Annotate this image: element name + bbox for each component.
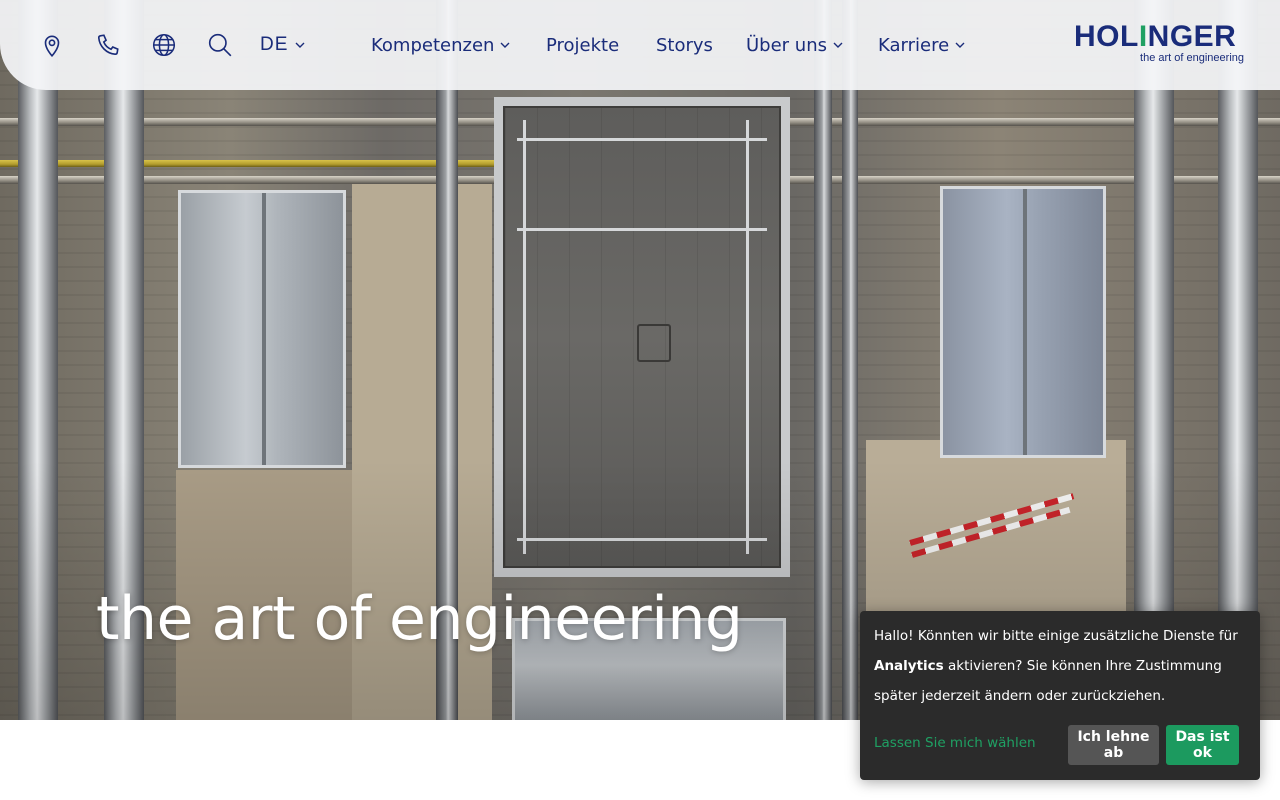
nav-label: Karriere [878, 34, 950, 56]
location-pin-icon[interactable] [37, 30, 67, 60]
nav-label: Kompetenzen [371, 34, 495, 56]
nav-item-storys[interactable]: Storys [656, 31, 713, 59]
nav-label: Über uns [746, 34, 827, 56]
logo-tagline: the art of engineering [1140, 52, 1244, 64]
search-icon[interactable] [205, 30, 235, 60]
hero-title: the art of engineering [96, 584, 743, 654]
chevron-down-icon [832, 39, 844, 51]
holinger-logo[interactable]: HOLINGER the art of engineering [1074, 22, 1246, 68]
phone-icon[interactable] [93, 30, 123, 60]
nav-label: Projekte [546, 34, 620, 56]
chevron-down-icon [294, 39, 306, 51]
nav-label: Storys [656, 34, 713, 56]
globe-icon[interactable] [149, 30, 179, 60]
cookie-choose-link[interactable]: Lassen Sie mich wählen [874, 735, 1036, 751]
cookie-message: Hallo! Könnten wir bitte einige zusätzli… [874, 628, 1238, 704]
language-selector[interactable]: DE [260, 31, 306, 59]
cookie-analytics-label: Analytics [874, 658, 944, 674]
nav-item-karriere[interactable]: Karriere [878, 31, 966, 59]
cookie-accept-button[interactable]: Das ist ok [1166, 725, 1239, 765]
site-header: DE Kompetenzen Projekte Storys Über uns … [0, 0, 1280, 90]
logo-wordmark: HOLINGER [1074, 20, 1237, 53]
cookie-decline-button[interactable]: Ich lehne ab [1068, 725, 1159, 765]
language-label: DE [260, 34, 289, 55]
chevron-down-icon [954, 39, 966, 51]
chevron-down-icon [499, 39, 511, 51]
cookie-consent-banner: Hallo! Könnten wir bitte einige zusätzli… [860, 611, 1260, 780]
nav-item-projekte[interactable]: Projekte [546, 31, 619, 59]
nav-item-kompetenzen[interactable]: Kompetenzen [371, 31, 511, 59]
nav-item-ueber-uns[interactable]: Über uns [746, 31, 844, 59]
